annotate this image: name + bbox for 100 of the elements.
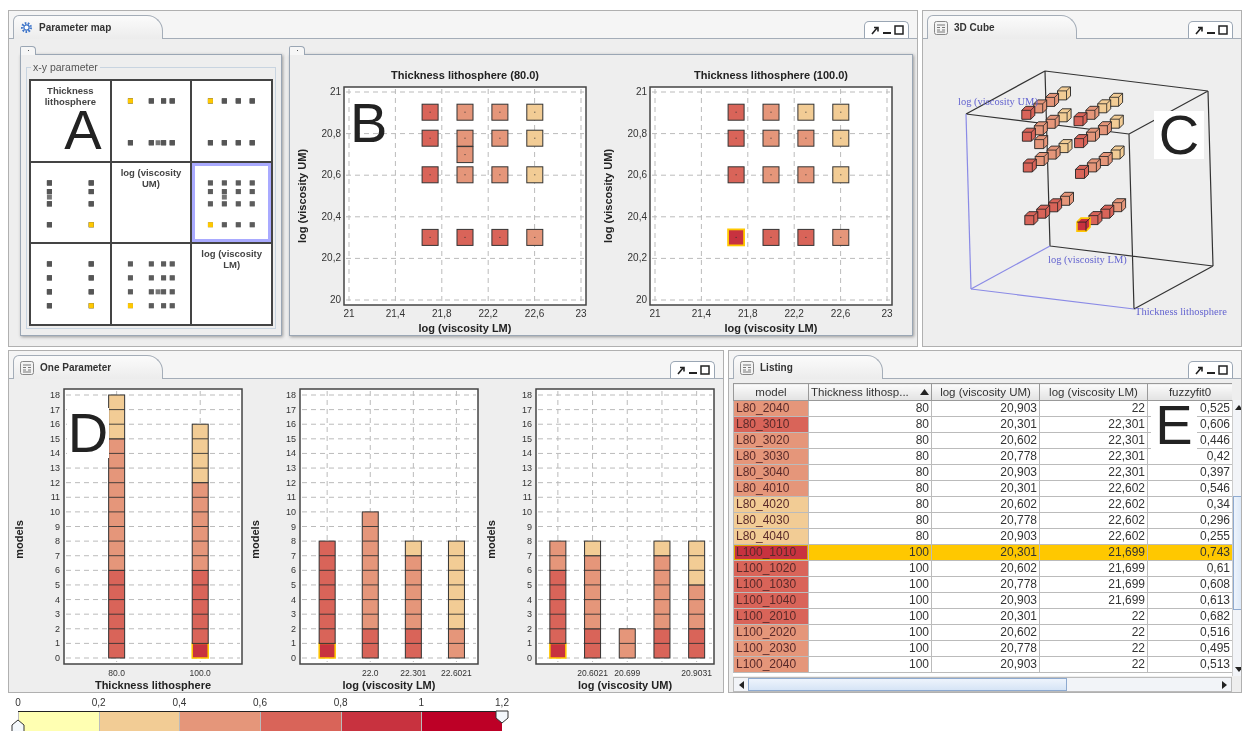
data-point[interactable] xyxy=(797,228,815,246)
range-handle[interactable] xyxy=(11,719,25,731)
table-row[interactable]: L80_4020 80 20,602 22,602 0,34 xyxy=(733,496,1232,513)
bar-segment[interactable] xyxy=(549,540,567,571)
cube-marker[interactable] xyxy=(1057,108,1072,123)
column-header[interactable]: log (viscosity LM) xyxy=(1039,383,1148,401)
cube-marker[interactable] xyxy=(1034,135,1049,150)
data-point[interactable] xyxy=(456,228,474,246)
maximize-icon[interactable] xyxy=(699,364,710,376)
panel-tab[interactable]: One Parameter xyxy=(13,355,163,379)
data-point[interactable] xyxy=(727,129,745,147)
bar-segment[interactable] xyxy=(653,540,671,557)
bar-segment[interactable] xyxy=(404,628,422,659)
cube-marker[interactable] xyxy=(1098,152,1113,166)
cube-marker[interactable] xyxy=(1036,204,1051,219)
panel-tab[interactable]: 3D Cube xyxy=(927,15,1077,39)
cube-marker[interactable] xyxy=(1058,139,1073,154)
bar-segment[interactable] xyxy=(447,628,465,659)
arrow-icon[interactable] xyxy=(1193,364,1204,376)
cube-marker[interactable] xyxy=(1024,211,1039,226)
table-row[interactable]: L80_4030 80 20,778 22,602 0,296 xyxy=(733,512,1232,529)
cube-marker[interactable] xyxy=(1073,112,1088,127)
bar-segment[interactable] xyxy=(404,540,422,557)
up-arrow-icon[interactable] xyxy=(1235,404,1241,410)
down-arrow-icon[interactable] xyxy=(1235,666,1241,672)
bar-segment[interactable] xyxy=(191,569,209,644)
scatter-thumbnail[interactable] xyxy=(192,81,271,161)
data-point[interactable] xyxy=(456,146,474,164)
cube-marker[interactable] xyxy=(1021,105,1036,120)
data-point[interactable] xyxy=(526,228,544,246)
bar-segment[interactable] xyxy=(361,628,379,659)
table-row[interactable]: L100_1010 100 20,301 21,699 0,743 xyxy=(733,544,1232,561)
table-row[interactable]: L80_3030 80 20,778 22,301 0,42 xyxy=(733,448,1232,465)
maximize-icon[interactable] xyxy=(1217,24,1228,36)
table-row[interactable]: L80_4040 80 20,903 22,602 0,255 xyxy=(733,528,1232,545)
cube-marker[interactable] xyxy=(1086,158,1101,173)
data-point[interactable] xyxy=(421,166,439,184)
column-header[interactable]: log (viscosity UM) xyxy=(931,383,1040,401)
arrow-icon[interactable] xyxy=(675,364,686,376)
bar-segment[interactable] xyxy=(549,569,567,644)
cube-marker[interactable] xyxy=(1109,114,1124,129)
data-point[interactable] xyxy=(727,166,745,184)
matrix-cell[interactable]: log (viscosity UM) xyxy=(111,162,191,243)
scatter-thumbnail[interactable] xyxy=(111,81,191,161)
data-point[interactable] xyxy=(832,228,850,246)
maximize-icon[interactable] xyxy=(893,24,904,36)
bar-segment[interactable] xyxy=(191,482,209,571)
cube-marker[interactable] xyxy=(1097,121,1112,136)
cube-marker[interactable] xyxy=(1075,164,1089,179)
table-row[interactable]: L80_3040 80 20,903 22,301 0,397 xyxy=(733,464,1232,481)
data-point[interactable] xyxy=(456,129,474,147)
cube-marker[interactable] xyxy=(1109,92,1124,107)
table-row[interactable]: L100_2010 100 20,301 22 0,682 xyxy=(733,608,1232,625)
bar-segment[interactable] xyxy=(688,584,706,630)
range-handle[interactable] xyxy=(495,710,509,724)
bar-segment[interactable] xyxy=(584,628,602,659)
matrix-cell[interactable]: Thickness lithosphereA xyxy=(31,81,110,161)
table-row[interactable]: L100_1020 100 20,602 21,699 0,61 xyxy=(733,560,1232,577)
panel-tab[interactable]: Parameter map xyxy=(13,15,163,39)
panel-tab[interactable]: Listing xyxy=(733,355,883,379)
bar-segment[interactable] xyxy=(584,555,602,630)
bar-segment[interactable] xyxy=(688,540,706,586)
scatter-thumbnail[interactable] xyxy=(111,244,191,324)
right-arrow-icon[interactable] xyxy=(1221,680,1227,689)
table-row[interactable]: L100_2030 100 20,778 22 0,495 xyxy=(733,640,1232,657)
bar-segment[interactable] xyxy=(404,555,422,630)
cube-marker[interactable] xyxy=(1076,217,1091,232)
cube-marker[interactable] xyxy=(1022,158,1037,173)
bar-segment[interactable] xyxy=(108,569,126,659)
cube-marker[interactable] xyxy=(1074,134,1089,149)
matrix-cell[interactable]: log (viscosity LM) xyxy=(192,244,271,324)
column-header[interactable]: model xyxy=(733,383,809,401)
scatter-thumbnail[interactable] xyxy=(31,162,110,243)
column-header[interactable]: fuzzyfit0 xyxy=(1147,383,1232,401)
data-point[interactable] xyxy=(491,228,509,246)
table-row[interactable]: L100_2020 100 20,602 22 0,516 xyxy=(733,624,1232,641)
scatter-thumbnail[interactable] xyxy=(192,162,271,243)
cube-marker[interactable] xyxy=(1033,121,1048,136)
scrollbar-thumb[interactable] xyxy=(748,678,1067,691)
arrow-icon[interactable] xyxy=(1193,24,1204,36)
table-row[interactable]: L100_2040 100 20,903 22 0,513 xyxy=(733,656,1232,673)
bar-segment[interactable] xyxy=(191,423,209,484)
data-point[interactable] xyxy=(421,129,439,147)
cube-marker[interactable] xyxy=(1060,191,1074,206)
horizontal-scrollbar[interactable] xyxy=(733,677,1232,692)
left-arrow-icon[interactable] xyxy=(738,680,744,689)
data-point[interactable] xyxy=(421,103,439,121)
table-row[interactable]: L100_1030 100 20,778 21,699 0,608 xyxy=(733,576,1232,593)
maximize-icon[interactable] xyxy=(1217,364,1228,376)
bar-segment[interactable] xyxy=(618,628,636,659)
bar-segment[interactable] xyxy=(318,540,336,644)
table-row[interactable]: L100_1040 100 20,903 21,699 0,613 xyxy=(733,592,1232,609)
cube-marker[interactable] xyxy=(1057,86,1071,101)
cube-marker[interactable] xyxy=(1021,127,1036,142)
data-point[interactable] xyxy=(727,103,745,121)
cube-marker[interactable] xyxy=(1112,198,1127,213)
bar-segment[interactable] xyxy=(688,628,706,659)
bar-segment[interactable] xyxy=(361,511,379,630)
bar-segment[interactable] xyxy=(447,540,465,630)
data-point[interactable] xyxy=(762,228,780,246)
